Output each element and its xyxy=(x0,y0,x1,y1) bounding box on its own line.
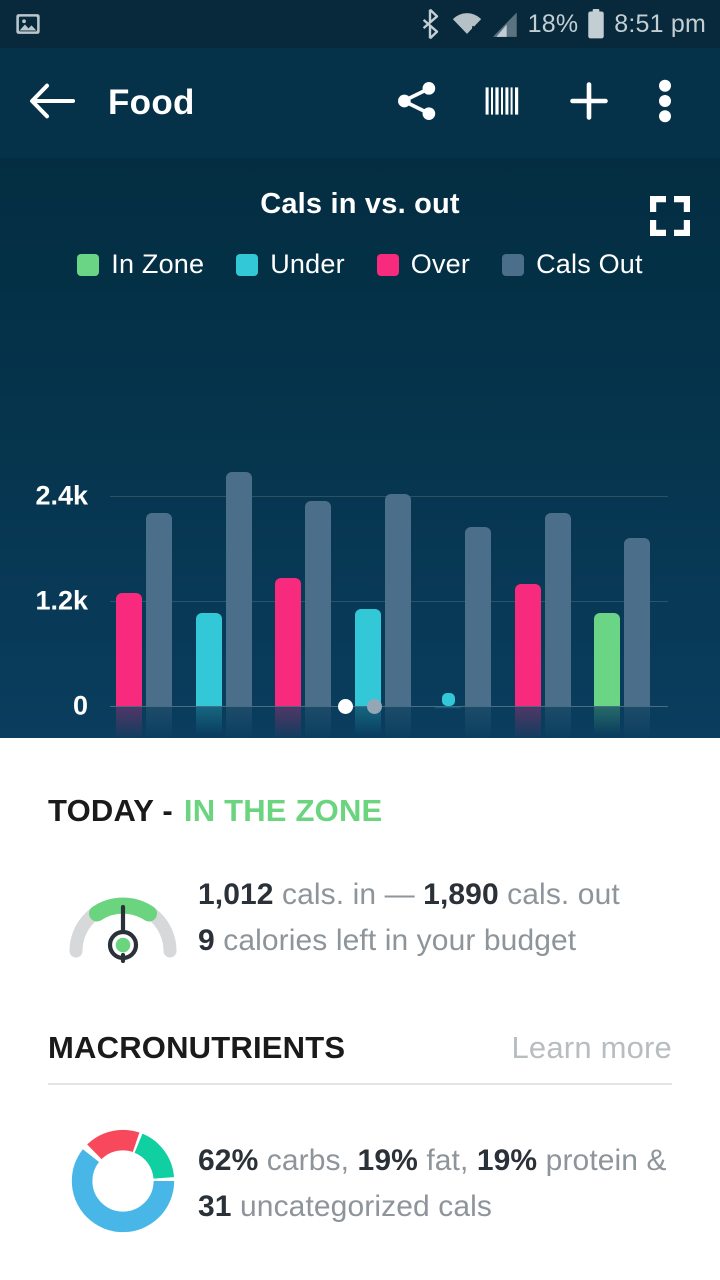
legend-item-under: Under xyxy=(236,249,345,280)
chart-bars xyxy=(0,458,720,738)
cals-in-vs-out-chart-card[interactable]: Cals in vs. out In Zone Under Over Cal xyxy=(0,158,720,738)
share-icon xyxy=(394,78,440,129)
battery-icon xyxy=(587,9,605,39)
macronutrients-line2: 31 uncategorized cals xyxy=(198,1187,667,1226)
macronutrients-line1: 62% carbs, 19% fat, 19% protein & xyxy=(198,1141,667,1180)
legend-label-over: Over xyxy=(411,249,470,280)
clock-label: 8:51 pm xyxy=(614,10,706,39)
today-summary-line1: 1,012 cals. in — 1,890 cals. out xyxy=(198,875,620,914)
macronutrients-heading-row: MACRONUTRIENTS Learn more xyxy=(48,1030,672,1066)
chart-bar-cals-in xyxy=(355,609,381,706)
legend-label-in-zone: In Zone xyxy=(111,249,204,280)
cellular-signal-icon xyxy=(493,10,519,38)
add-food-button[interactable] xyxy=(546,63,632,143)
chart-bar-cals-out xyxy=(624,538,650,706)
today-heading-status: IN THE ZONE xyxy=(184,793,383,829)
chart-bar-cals-out xyxy=(465,527,491,706)
chart-page-dots[interactable] xyxy=(0,699,720,714)
legend-swatch-in-zone xyxy=(77,254,99,276)
expand-fullscreen-icon xyxy=(648,225,692,242)
legend-swatch-over xyxy=(377,254,399,276)
chart-bar-cals-out xyxy=(545,513,571,706)
cals-out-label: cals. out xyxy=(499,878,620,911)
donut-icon-wrap xyxy=(48,1127,198,1240)
overflow-menu-icon xyxy=(657,77,673,130)
chart-bar-cals-in xyxy=(515,584,541,706)
chart-bar-cals-in xyxy=(116,593,142,706)
bluetooth-icon xyxy=(419,8,441,40)
fat-percent-value: 19% xyxy=(358,1144,418,1177)
carbs-percent-value: 62% xyxy=(198,1144,258,1177)
chart-title: Cals in vs. out xyxy=(0,158,720,221)
today-heading-prefix: TODAY - xyxy=(48,793,173,829)
chart-bar-cals-out xyxy=(146,513,172,706)
chart-bar-cals-in xyxy=(594,613,620,706)
calorie-gauge-icon xyxy=(64,867,182,968)
macronutrients-summary-row[interactable]: 62% carbs, 19% fat, 19% protein & 31 unc… xyxy=(48,1127,672,1240)
back-button[interactable] xyxy=(22,73,82,133)
overflow-menu-button[interactable] xyxy=(632,63,698,143)
page-title: Food xyxy=(108,83,195,123)
legend-label-under: Under xyxy=(270,249,345,280)
plus-icon xyxy=(566,78,612,129)
today-summary-row[interactable]: 1,012 cals. in — 1,890 cals. out 9 calor… xyxy=(48,867,672,968)
status-bar-left xyxy=(14,10,42,38)
gauge-icon-wrap xyxy=(48,867,198,968)
today-summary-line2: 9 calories left in your budget xyxy=(198,921,620,960)
today-heading: TODAY - IN THE ZONE xyxy=(48,793,672,829)
chart-bar-cals-in xyxy=(196,613,222,706)
protein-percent-value: 19% xyxy=(477,1144,537,1177)
status-bar: 18% 8:51 pm xyxy=(0,0,720,48)
image-icon xyxy=(14,10,42,38)
status-bar-right: 18% 8:51 pm xyxy=(419,8,706,40)
barcode-scan-button[interactable] xyxy=(460,63,546,143)
macronutrients-heading: MACRONUTRIENTS xyxy=(48,1030,345,1066)
today-section: TODAY - IN THE ZONE 1,012 cals. in — 1,8… xyxy=(0,738,720,968)
chart-bar-cals-out xyxy=(226,472,252,706)
macronutrients-section: MACRONUTRIENTS Learn more 62% carbs, 19%… xyxy=(0,968,720,1240)
legend-label-cals-out: Cals Out xyxy=(536,249,643,280)
app-bar-actions xyxy=(374,63,698,143)
learn-more-link[interactable]: Learn more xyxy=(511,1030,672,1066)
protein-label: protein & xyxy=(537,1144,666,1177)
fat-label: fat, xyxy=(418,1144,477,1177)
legend-item-in-zone: In Zone xyxy=(77,249,204,280)
wifi-icon xyxy=(450,9,484,39)
macronutrients-summary-text: 62% carbs, 19% fat, 19% protein & 31 unc… xyxy=(198,1141,667,1226)
chart-bar-cals-out xyxy=(385,494,411,706)
battery-percent-label: 18% xyxy=(528,10,579,39)
back-arrow-icon xyxy=(29,83,75,124)
legend-swatch-under xyxy=(236,254,258,276)
legend-swatch-cals-out xyxy=(502,254,524,276)
chart-bar-cals-out xyxy=(305,501,331,706)
chart-legend: In Zone Under Over Cals Out xyxy=(0,249,720,280)
cals-out-value: 1,890 xyxy=(423,878,499,911)
page-dot-inactive[interactable] xyxy=(367,699,382,714)
uncategorized-cals-label: uncategorized cals xyxy=(232,1190,492,1223)
calories-remaining-value: 9 xyxy=(198,924,215,957)
uncategorized-cals-value: 31 xyxy=(198,1190,232,1223)
today-summary-text: 1,012 cals. in — 1,890 cals. out 9 calor… xyxy=(198,875,620,960)
cals-in-out-separator: cals. in — xyxy=(274,878,424,911)
cals-in-value: 1,012 xyxy=(198,878,274,911)
chart-plot-area[interactable]: 01.2k2.4k 9/7 Today xyxy=(0,458,720,738)
calories-remaining-label: calories left in your budget xyxy=(215,924,576,957)
share-button[interactable] xyxy=(374,63,460,143)
legend-item-cals-out: Cals Out xyxy=(502,249,643,280)
legend-item-over: Over xyxy=(377,249,470,280)
expand-chart-button[interactable] xyxy=(648,194,692,243)
page-dot-active[interactable] xyxy=(338,699,353,714)
app-bar: Food xyxy=(0,48,720,158)
macronutrient-donut-icon xyxy=(69,1127,177,1240)
chart-bar-cals-in xyxy=(275,578,301,706)
carbs-label: carbs, xyxy=(258,1144,357,1177)
macronutrients-divider xyxy=(48,1083,672,1085)
barcode-icon xyxy=(481,79,525,128)
